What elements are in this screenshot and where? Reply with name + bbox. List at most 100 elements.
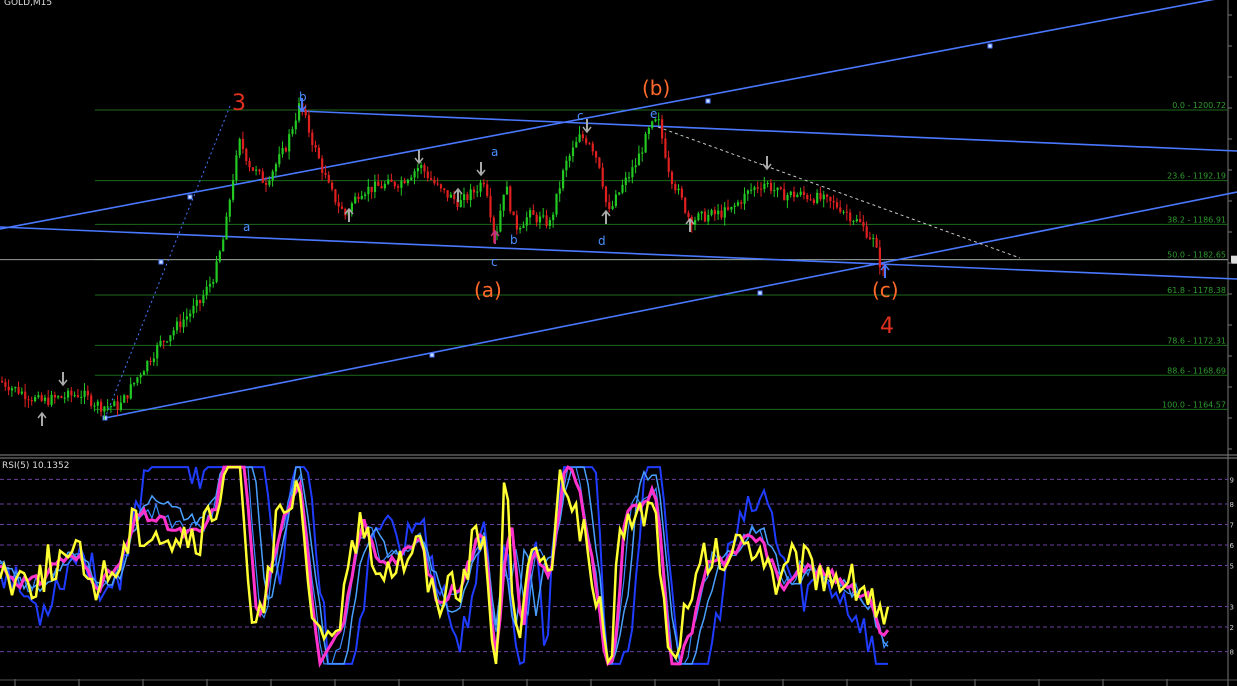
candle-body (106, 406, 109, 408)
candle-body (133, 382, 136, 385)
candle-body (179, 321, 182, 328)
candle-body (406, 179, 410, 184)
candle-body (331, 182, 334, 190)
candle-body (793, 191, 796, 198)
indicator-label: RSI(5) 10.1352 (2, 461, 70, 471)
candle-body (156, 345, 159, 359)
candle-body (479, 182, 482, 192)
candle-body (472, 189, 476, 193)
candle-body (624, 177, 627, 185)
candle-body (50, 394, 53, 405)
candle-body (538, 216, 542, 223)
candle-body (63, 397, 66, 399)
candle-body (327, 174, 330, 183)
candle-body (697, 213, 700, 221)
candle-body (776, 187, 779, 191)
wave-label: (c) (872, 278, 899, 302)
fib-label: 100.0 - 1164.57 (1162, 400, 1226, 409)
candle-body (515, 215, 518, 230)
candle-body (337, 202, 340, 207)
rsi-level-label: 5 (1230, 563, 1234, 571)
wave-label: a (491, 145, 498, 159)
candle-body (519, 227, 522, 230)
candle-body (829, 196, 832, 202)
candle-body (779, 187, 782, 190)
candle-body (449, 194, 452, 198)
candle-body (486, 184, 489, 196)
candle-body (34, 397, 37, 402)
candle-body (258, 169, 261, 172)
candle-body (317, 147, 320, 159)
current-price-marker (1231, 255, 1237, 264)
candle-body (687, 212, 690, 218)
candle-body (426, 171, 429, 179)
candle-body (149, 360, 152, 363)
candle-body (103, 406, 106, 412)
candle-body (562, 170, 565, 189)
candle-body (581, 134, 584, 139)
window-title: GOLD,M15 (4, 0, 53, 8)
candle-body (852, 221, 855, 223)
candle-body (397, 186, 400, 188)
candle-body (499, 210, 502, 232)
candle-body (756, 187, 759, 189)
wave-label: b (510, 233, 518, 247)
candle-body (604, 186, 608, 203)
candle-body (278, 154, 281, 165)
candle-body (57, 396, 60, 398)
candle-body (152, 358, 155, 363)
price-chart: 0.0 - 1200.72 23.6 - 1192.19 38.2 - 1186.9… (0, 0, 1237, 686)
candle-body (601, 167, 604, 187)
candle-body (535, 214, 538, 223)
candle-body (314, 144, 317, 148)
candle-body (215, 261, 218, 283)
candle-body (796, 194, 799, 198)
candle-body (707, 214, 710, 222)
candle-body (139, 374, 142, 378)
wave-label: c (577, 109, 584, 123)
candle-body (67, 390, 70, 398)
candle-body (195, 300, 198, 306)
candle-body (126, 395, 129, 399)
candle-body (730, 206, 733, 210)
candle-body (169, 335, 172, 342)
candle-body (47, 397, 50, 405)
candle-body (717, 210, 720, 215)
candle-body (53, 394, 56, 398)
candle-body (446, 190, 449, 198)
rsi-level-label: 8 (1230, 649, 1234, 657)
candle-body (235, 155, 238, 181)
candle-body (4, 382, 7, 387)
candle-body (680, 188, 683, 198)
candle-body (142, 371, 146, 375)
background (0, 0, 1237, 686)
candle-body (469, 189, 472, 201)
anchor-point (429, 352, 435, 358)
candle-body (70, 390, 73, 396)
candle-body (763, 183, 766, 190)
wave-label: (a) (474, 278, 502, 302)
candle-body (647, 128, 650, 134)
wave-label: 4 (880, 314, 894, 339)
candle-body (713, 210, 716, 215)
candle-body (268, 180, 271, 185)
fib-label: 88.6 - 1168.69 (1167, 366, 1226, 375)
candle-body (575, 141, 578, 148)
candle-body (37, 395, 40, 398)
candle-body (859, 219, 862, 222)
wave-label: c (491, 255, 498, 269)
candle-body (875, 238, 878, 248)
candle-body (423, 165, 426, 172)
candle-body (585, 138, 588, 144)
candle-body (387, 179, 390, 184)
candle-body (631, 167, 634, 178)
wave-label: e (650, 107, 657, 121)
candle-body (261, 171, 264, 183)
candle-body (400, 180, 403, 188)
candle-body (727, 207, 730, 210)
candle-body (591, 143, 594, 152)
candle-body (802, 191, 806, 195)
candle-body (789, 191, 792, 195)
candle-body (598, 157, 601, 168)
candle-body (522, 225, 525, 228)
